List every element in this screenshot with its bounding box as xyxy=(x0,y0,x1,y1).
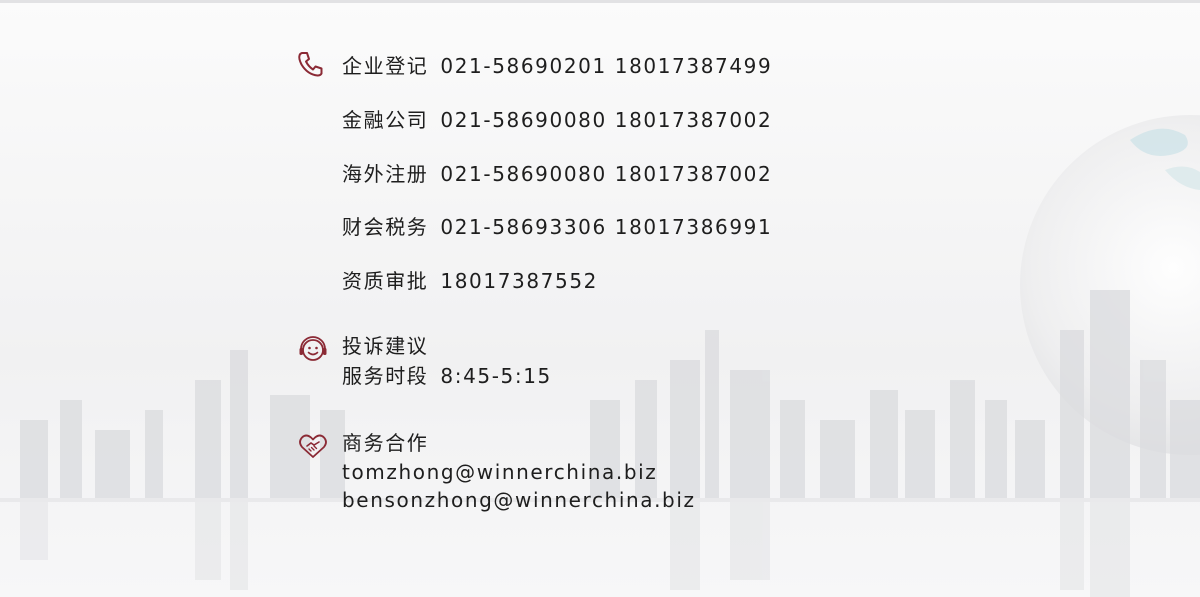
business-title: 商务合作 xyxy=(342,431,429,455)
smiley-headset-icon xyxy=(298,334,328,364)
phone-row-value[interactable]: 18017387552 xyxy=(440,269,598,293)
contact-panel: 企业登记 021-58690201 18017387499 金融公司 021-586… xyxy=(0,0,1200,597)
phone-row-label: 金融公司 xyxy=(342,108,429,132)
service-hours-row: 服务时段 8:45-5:15 xyxy=(342,364,552,388)
service-hours-value: 8:45-5:15 xyxy=(440,364,552,388)
phone-row-label: 企业登记 xyxy=(342,54,429,78)
handshake-heart-icon xyxy=(298,430,328,460)
phone-row-4: 财会税务 021-58693306 18017386991 xyxy=(342,215,772,239)
service-hours-label: 服务时段 xyxy=(342,364,429,388)
email-link-1[interactable]: tomzhong@winnerchina.biz xyxy=(342,460,657,484)
phone-icon xyxy=(296,50,326,80)
email-link-2[interactable]: bensonzhong@winnerchina.biz xyxy=(342,488,696,512)
phone-row-value[interactable]: 021-58690201 18017387499 xyxy=(440,54,772,78)
phone-row-label: 财会税务 xyxy=(342,215,429,239)
phone-row-value[interactable]: 021-58693306 18017386991 xyxy=(440,215,772,239)
phone-row-label: 海外注册 xyxy=(342,162,429,186)
phone-row-value[interactable]: 021-58690080 18017387002 xyxy=(440,162,772,186)
phone-row-1: 企业登记 021-58690201 18017387499 xyxy=(342,54,772,78)
phone-row-value[interactable]: 021-58690080 18017387002 xyxy=(440,108,772,132)
complaint-title: 投诉建议 xyxy=(342,334,429,358)
phone-row-label: 资质审批 xyxy=(342,269,429,293)
phone-row-5: 资质审批 18017387552 xyxy=(342,269,598,293)
phone-row-3: 海外注册 021-58690080 18017387002 xyxy=(342,162,772,186)
phone-row-2: 金融公司 021-58690080 18017387002 xyxy=(342,108,772,132)
